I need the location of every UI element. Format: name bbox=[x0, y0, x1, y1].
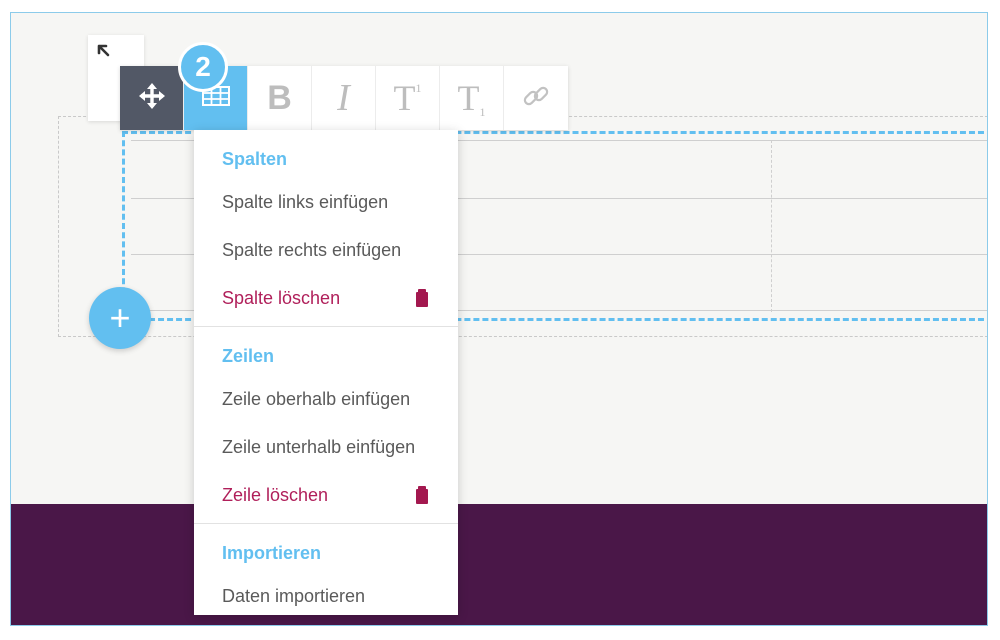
italic-button[interactable]: I bbox=[312, 66, 376, 130]
link-button[interactable] bbox=[504, 66, 568, 130]
menu-header-import: Importieren bbox=[222, 542, 322, 563]
menu-item-label: Zeile oberhalb einfügen bbox=[222, 388, 411, 409]
insert-column-right-item[interactable]: Spalte rechts einfügen bbox=[194, 226, 458, 274]
move-button[interactable] bbox=[120, 66, 184, 130]
menu-item-label: Spalte löschen bbox=[222, 287, 341, 308]
add-block-button[interactable]: + bbox=[89, 287, 151, 349]
subscript-button[interactable]: T1 bbox=[440, 66, 504, 130]
menu-header-columns: Spalten bbox=[222, 148, 288, 169]
insert-row-above-item[interactable]: Zeile oberhalb einfügen bbox=[194, 375, 458, 423]
delete-column-item[interactable]: Spalte löschen bbox=[194, 274, 458, 322]
move-icon bbox=[138, 82, 166, 115]
insert-row-below-item[interactable]: Zeile unterhalb einfügen bbox=[194, 423, 458, 471]
import-data-item[interactable]: Daten importieren bbox=[194, 572, 458, 620]
menu-header-rows: Zeilen bbox=[222, 345, 275, 366]
menu-item-label: Zeile löschen bbox=[222, 484, 329, 505]
italic-label: I bbox=[337, 77, 350, 119]
insert-column-left-item[interactable]: Spalte links einfügen bbox=[194, 178, 458, 226]
delete-row-item[interactable]: Zeile löschen bbox=[194, 471, 458, 519]
arrow-up-left-icon[interactable] bbox=[96, 43, 112, 62]
table-options-menu: Spalten Spalte links einfügen Spalte rec… bbox=[194, 130, 458, 615]
menu-item-label: Spalte rechts einfügen bbox=[222, 239, 402, 260]
editor-canvas: B I T1 T1 2 + Spalten Spalte links einfü… bbox=[10, 12, 988, 626]
trash-icon bbox=[416, 289, 428, 307]
plus-icon: + bbox=[109, 297, 131, 338]
superscript-label: T1 bbox=[393, 78, 422, 118]
table-column-line bbox=[771, 140, 772, 312]
menu-section-rows: Zeilen Zeile oberhalb einfügen Zeile unt… bbox=[194, 327, 458, 524]
step-badge: 2 bbox=[178, 42, 228, 92]
menu-section-import: Importieren Daten importieren bbox=[194, 524, 458, 624]
menu-item-label: Zeile unterhalb einfügen bbox=[222, 436, 416, 457]
footer-band bbox=[11, 504, 987, 625]
menu-item-label: Spalte links einfügen bbox=[222, 191, 389, 212]
subscript-label: T1 bbox=[457, 77, 486, 119]
bold-button[interactable]: B bbox=[248, 66, 312, 130]
bold-label: B bbox=[267, 78, 292, 117]
superscript-button[interactable]: T1 bbox=[376, 66, 440, 130]
link-icon bbox=[521, 81, 551, 116]
trash-icon bbox=[416, 486, 428, 504]
menu-section-columns: Spalten Spalte links einfügen Spalte rec… bbox=[194, 130, 458, 327]
menu-item-label: Daten importieren bbox=[222, 585, 366, 606]
